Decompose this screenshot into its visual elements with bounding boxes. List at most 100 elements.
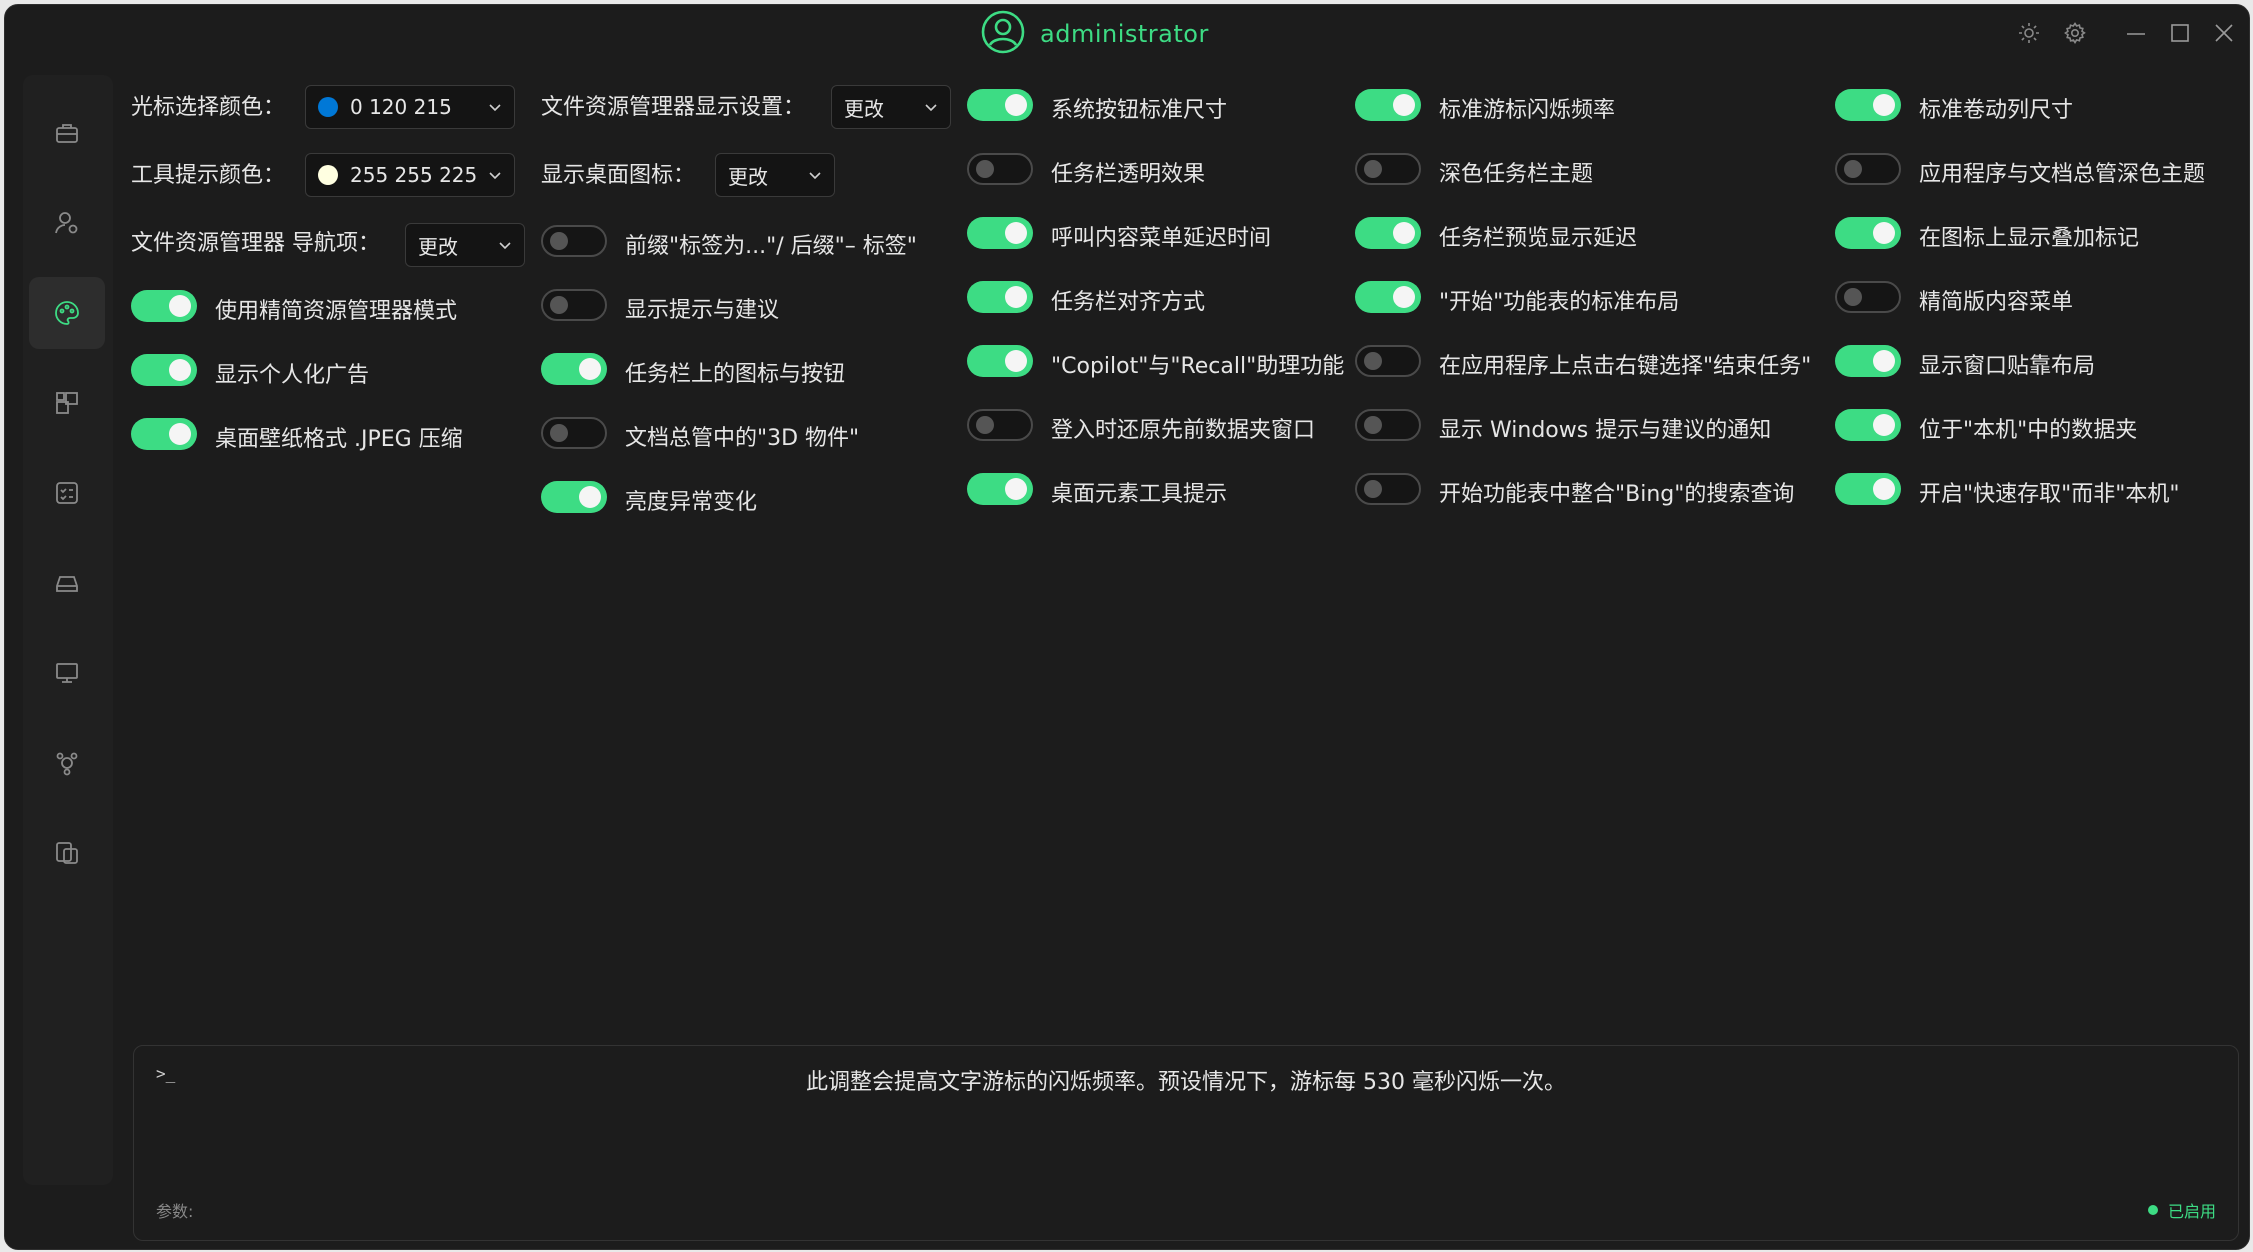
toggle-knob <box>1005 350 1027 372</box>
nav-network[interactable] <box>29 727 105 799</box>
label-overlay-icons: 在图标上显示叠加标记 <box>1919 226 2140 251</box>
toggle-brightness[interactable] <box>541 481 607 513</box>
toggle-desktop-tooltips[interactable] <box>967 473 1033 505</box>
cursor-color-value: 0 120 215 <box>350 95 452 119</box>
toggle-end-task[interactable] <box>1355 345 1421 377</box>
toggle-overlay-icons[interactable] <box>1835 217 1901 249</box>
toggle-knob <box>1873 222 1895 244</box>
chevron-down-icon <box>489 104 501 112</box>
toggle-knob <box>1364 160 1382 178</box>
label-start-layout: "开始"功能表的标准布局 <box>1439 290 1680 315</box>
toggle-knob <box>550 232 568 250</box>
chevron-down-icon <box>809 172 821 180</box>
theme-toggle-button[interactable] <box>2015 19 2043 47</box>
toggle-personalized-ads[interactable] <box>131 354 197 386</box>
toggle-bing-search[interactable] <box>1355 473 1421 505</box>
label-this-pc-folders: 位于"本机"中的数据夹 <box>1919 418 2138 443</box>
nav-tasks[interactable] <box>29 457 105 529</box>
toggle-preview-delay[interactable] <box>1355 217 1421 249</box>
nav-backup[interactable] <box>29 817 105 889</box>
sidebar <box>23 75 113 1185</box>
toggle-system-buttons[interactable] <box>967 89 1033 121</box>
label-compact-context-menu: 精简版内容菜单 <box>1919 290 2074 315</box>
toggle-shortcut-prefix[interactable] <box>541 225 607 257</box>
toggle-knob <box>1844 288 1862 306</box>
monitor-icon <box>56 663 78 683</box>
close-button[interactable] <box>2210 19 2238 47</box>
toggle-jpeg-compression[interactable] <box>131 418 197 450</box>
toggle-knob <box>169 359 191 381</box>
label-bing-search: 开始功能表中整合"Bing"的搜索查询 <box>1439 482 1795 507</box>
toggle-start-layout[interactable] <box>1355 281 1421 313</box>
console-params-label: 参数: <box>156 1202 194 1221</box>
network-icon <box>56 752 78 776</box>
cursor-color-dropdown[interactable]: 0 120 215 <box>305 85 515 129</box>
toggle-knob <box>579 358 601 380</box>
palette-icon <box>55 301 79 325</box>
toggle-knob <box>1873 94 1895 116</box>
label-dark-taskbar: 深色任务栏主题 <box>1439 162 1594 187</box>
toggle-knob <box>1873 478 1895 500</box>
toggle-knob <box>550 296 568 314</box>
explorer-display-dropdown[interactable]: 更改 <box>831 85 951 129</box>
toggle-taskbar-icons[interactable] <box>541 353 607 385</box>
toggle-cursor-blink[interactable] <box>1355 89 1421 121</box>
status-badge: 已启用 <box>2147 1198 2216 1222</box>
nav-apps[interactable] <box>29 367 105 439</box>
toggle-knob <box>1005 286 1027 308</box>
desktop-icons-value: 更改 <box>728 164 768 189</box>
label-snap-layouts: 显示窗口贴靠布局 <box>1919 354 2096 379</box>
toggle-knob <box>169 423 191 445</box>
label-windows-tips: 显示 Windows 提示与建议的通知 <box>1439 418 1772 443</box>
tooltip-color-dropdown[interactable]: 255 255 225 <box>305 153 515 197</box>
toggle-taskbar-transparency[interactable] <box>967 153 1033 185</box>
toggle-knob <box>1005 478 1027 500</box>
toggle-knob <box>1364 480 1382 498</box>
tooltip-color-value: 255 255 225 <box>350 163 478 187</box>
label-end-task: 在应用程序上点击右键选择"结束任务" <box>1439 354 1812 379</box>
username: administrator <box>1040 20 1209 48</box>
sun-icon <box>2019 23 2039 43</box>
label-jpeg-compression: 桌面壁纸格式 .JPEG 压缩 <box>215 427 463 452</box>
nav-user[interactable] <box>29 187 105 259</box>
minimize-icon <box>2127 33 2145 35</box>
nav-storage[interactable] <box>29 547 105 619</box>
drive-icon <box>56 576 78 592</box>
description-console: >_ 此调整会提高文字游标的闪烁频率。预设情况下，游标每 530 毫秒闪烁一次。… <box>133 1045 2239 1241</box>
toggle-taskbar-alignment[interactable] <box>967 281 1033 313</box>
toggle-compact-explorer[interactable] <box>131 290 197 322</box>
toggle-knob <box>976 160 994 178</box>
toggle-knob <box>976 416 994 434</box>
close-icon <box>2215 24 2233 42</box>
checklist-icon <box>56 482 78 504</box>
toggle-compact-context-menu[interactable] <box>1835 281 1901 313</box>
toggle-snap-layouts[interactable] <box>1835 345 1901 377</box>
toggle-restore-folders[interactable] <box>967 409 1033 441</box>
maximize-button[interactable] <box>2166 19 2194 47</box>
toggle-dark-app-theme[interactable] <box>1835 153 1901 185</box>
toggle-scrollbar-size[interactable] <box>1835 89 1901 121</box>
label-quick-access: 开启"快速存取"而非"本机" <box>1919 482 2180 507</box>
toggle-menu-delay[interactable] <box>967 217 1033 249</box>
gear-icon <box>2064 22 2086 44</box>
label-taskbar-alignment: 任务栏对齐方式 <box>1051 290 1206 315</box>
cursor-color-label: 光标选择颜色： <box>131 95 286 120</box>
minimize-button[interactable] <box>2122 19 2150 47</box>
toggle-this-pc-folders[interactable] <box>1835 409 1901 441</box>
toggle-copilot-recall[interactable] <box>967 345 1033 377</box>
nav-personalization[interactable] <box>29 277 105 349</box>
desktop-icons-dropdown[interactable]: 更改 <box>715 153 835 197</box>
label-desktop-tooltips: 桌面元素工具提示 <box>1051 482 1228 507</box>
nav-display[interactable] <box>29 637 105 709</box>
toggle-quick-access[interactable] <box>1835 473 1901 505</box>
explorer-nav-dropdown[interactable]: 更改 <box>405 223 525 267</box>
nav-toolbox[interactable] <box>29 97 105 169</box>
toggle-dark-taskbar[interactable] <box>1355 153 1421 185</box>
briefcase-icon <box>56 124 78 143</box>
toggle-tips-suggestions[interactable] <box>541 289 607 321</box>
toggle-3d-objects[interactable] <box>541 417 607 449</box>
label-copilot-recall: "Copilot"与"Recall"助理功能 <box>1051 354 1345 379</box>
toggle-windows-tips[interactable] <box>1355 409 1421 441</box>
settings-button[interactable] <box>2061 19 2089 47</box>
toggle-knob <box>1393 222 1415 244</box>
